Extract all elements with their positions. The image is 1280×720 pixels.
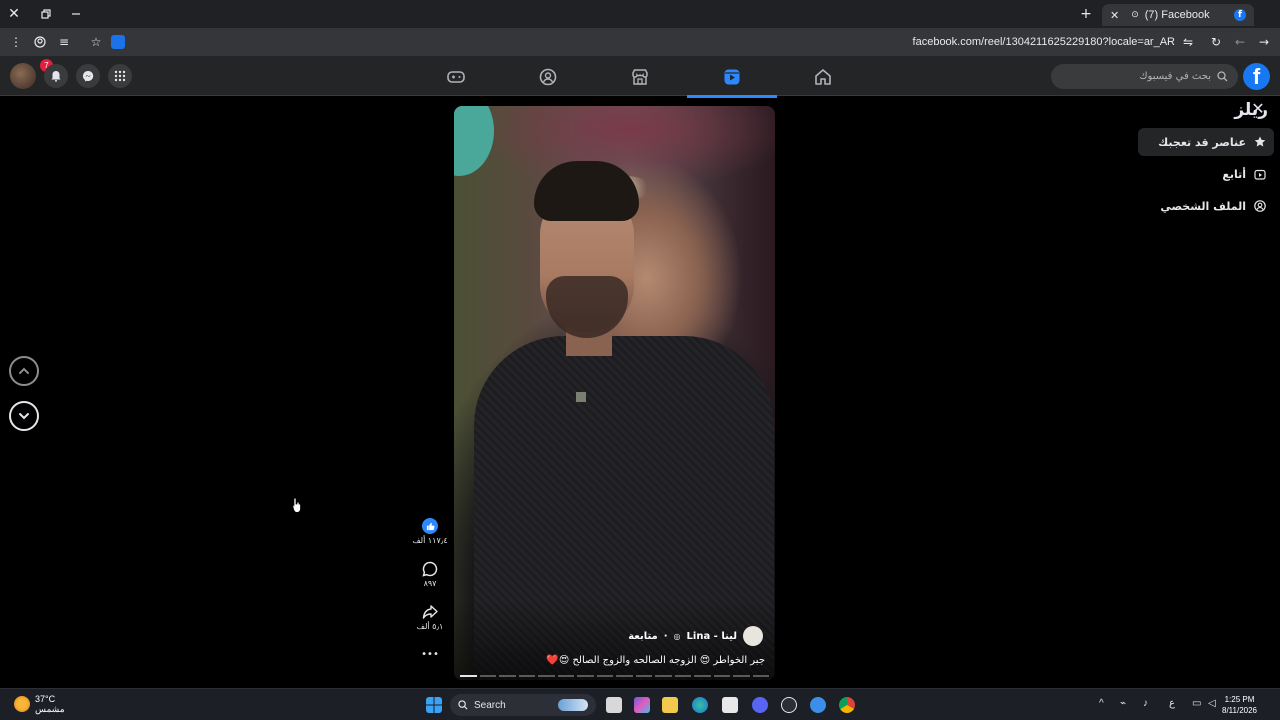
tray-overflow-icon[interactable]: ^ <box>1099 698 1104 709</box>
taskbar-search[interactable]: Search <box>450 694 596 716</box>
tab-close-icon[interactable]: ✕ <box>1110 9 1119 22</box>
facebook-search-input[interactable]: بحث في فيسبوك <box>1051 64 1238 89</box>
reload-icon[interactable]: ↻ <box>1208 34 1224 50</box>
author-name[interactable]: لينا - Lina <box>687 631 737 642</box>
bookmark-star-icon[interactable]: ☆ <box>88 34 104 50</box>
task-view-icon[interactable] <box>606 697 622 713</box>
copilot-icon[interactable] <box>634 697 650 713</box>
follow-button[interactable]: متابعة <box>628 631 658 642</box>
store-icon[interactable] <box>722 697 738 713</box>
chevron-down-icon <box>19 413 29 420</box>
chevron-up-icon <box>19 367 29 374</box>
sidebar-item-profile[interactable]: الملف الشخصي <box>1138 192 1274 220</box>
forward-icon[interactable]: ← <box>1232 34 1248 50</box>
network-icon[interactable]: ⌁ <box>1120 698 1126 709</box>
volume-icon[interactable]: ◁ <box>1208 698 1216 709</box>
url-text[interactable]: facebook.com/reel/1304211625229180?local… <box>913 36 1175 48</box>
window-close-icon[interactable]: ✕ <box>6 6 22 22</box>
reel-author: لينا - Lina ◎ · متابعة <box>628 626 763 646</box>
search-highlight-icon <box>558 699 588 711</box>
weather-widget[interactable]: 37°C مشمس <box>14 694 65 714</box>
star-icon <box>1254 136 1266 147</box>
tab-title: (7) Facebook <box>1144 9 1210 21</box>
verified-icon: ◎ <box>673 631 681 641</box>
site-settings-icon[interactable]: ⇋ <box>1180 34 1196 50</box>
windows-taskbar: 37°C مشمس Search ^ ⌁ ♪ ع ▭ ◁ 1:25 PM 8/1… <box>0 688 1280 720</box>
comment-count: ٨٩٧ <box>423 579 437 588</box>
clock-time: 1:25 PM <box>1224 695 1255 704</box>
windows-start-icon[interactable] <box>426 697 442 713</box>
browser-app-icon[interactable] <box>810 697 826 713</box>
sidebar-item-label: أتابع <box>1222 167 1246 181</box>
browser-tab-bar: ✕ + ✕ ⊙ (7) Facebook f <box>0 0 1280 28</box>
menu-icon[interactable]: ⋮ <box>8 34 24 50</box>
next-reel-button[interactable] <box>9 401 39 431</box>
sidebar-item-for-you[interactable]: عناصر قد تعجبك <box>1138 128 1274 156</box>
display-icon[interactable]: ▭ <box>1192 698 1201 709</box>
like-button[interactable]: ١١٧٫٤ ألف <box>410 518 450 545</box>
extension-icon[interactable] <box>111 35 125 49</box>
clock-date: 8/11/2026 <box>1222 706 1257 715</box>
search-placeholder: بحث في فيسبوك <box>1139 71 1211 82</box>
more-icon: ••• <box>421 649 439 660</box>
menu-grid-icon[interactable] <box>108 64 132 88</box>
profile-icon <box>1254 200 1266 212</box>
reels-icon[interactable] <box>687 62 777 98</box>
back-icon[interactable]: → <box>1256 34 1272 50</box>
gaming-icon[interactable] <box>411 62 501 92</box>
share-count: ٥٫١ ألف <box>416 622 444 631</box>
edge-icon[interactable] <box>692 697 708 713</box>
sidebar-item-label: الملف الشخصي <box>1160 199 1246 213</box>
facebook-tab-icon: f <box>1234 9 1246 21</box>
weather-text: مشمس <box>35 704 65 714</box>
sunny-icon <box>14 696 30 712</box>
sidebar-item-following[interactable]: أتابع <box>1138 160 1274 188</box>
following-icon <box>1254 169 1266 180</box>
tab-facebook[interactable]: ✕ ⊙ (7) Facebook f <box>1102 4 1254 26</box>
reading-list-icon[interactable]: ≡ <box>56 34 72 50</box>
sidebar-item-label: عناصر قد تعجبك <box>1158 135 1246 149</box>
hand-cursor-icon <box>292 497 301 513</box>
more-options-button[interactable]: ••• <box>410 649 450 660</box>
account-avatar[interactable] <box>10 63 36 89</box>
taskbar-clock[interactable]: 1:25 PM 8/11/2026 <box>1222 694 1257 716</box>
profile-icon[interactable] <box>32 34 48 50</box>
discord-icon[interactable] <box>752 697 768 713</box>
like-icon <box>422 518 438 534</box>
messenger-icon[interactable] <box>76 64 100 88</box>
chrome-icon[interactable] <box>839 697 855 713</box>
audio-icon: ⊙ <box>1131 10 1139 20</box>
facebook-top-bar: 7 بحث في فيسبوك f <box>0 56 1280 98</box>
close-icon[interactable]: ✕ <box>1250 101 1266 117</box>
notifications-bell-icon[interactable] <box>44 64 68 88</box>
like-count: ١١٧٫٤ ألف <box>412 536 448 545</box>
language-indicator[interactable]: ع <box>1169 698 1175 709</box>
marketplace-icon[interactable] <box>595 62 685 92</box>
groups-icon[interactable] <box>503 62 593 92</box>
facebook-logo[interactable]: f <box>1243 63 1270 90</box>
new-tab-icon[interactable]: + <box>1078 6 1094 22</box>
search-icon <box>458 700 468 710</box>
share-icon <box>422 605 438 619</box>
taskbar-search-label: Search <box>474 699 506 711</box>
comment-icon <box>422 561 438 577</box>
reel-progress <box>460 675 769 677</box>
share-button[interactable]: ٥٫١ ألف <box>410 604 450 631</box>
author-avatar[interactable] <box>743 626 763 646</box>
app-icon[interactable] <box>781 697 797 713</box>
search-icon <box>1217 71 1228 82</box>
reel-video[interactable]: لينا - Lina ◎ · متابعة جبر الخواطر 😍 الز… <box>454 106 775 680</box>
window-restore-icon[interactable] <box>38 6 54 22</box>
home-icon[interactable] <box>778 62 868 92</box>
window-minimize-icon[interactable] <box>68 6 84 22</box>
microphone-icon[interactable]: ♪ <box>1143 698 1148 709</box>
reel-caption: جبر الخواطر 😍 الزوجه الصالحه والزوج الصا… <box>546 655 765 666</box>
comment-button[interactable]: ٨٩٧ <box>410 561 450 588</box>
temperature: 37°C <box>35 694 56 704</box>
file-explorer-icon[interactable] <box>662 697 678 713</box>
previous-reel-button[interactable] <box>9 356 39 386</box>
address-bar: ⋮ ≡ ☆ facebook.com/reel/1304211625229180… <box>0 28 1280 56</box>
